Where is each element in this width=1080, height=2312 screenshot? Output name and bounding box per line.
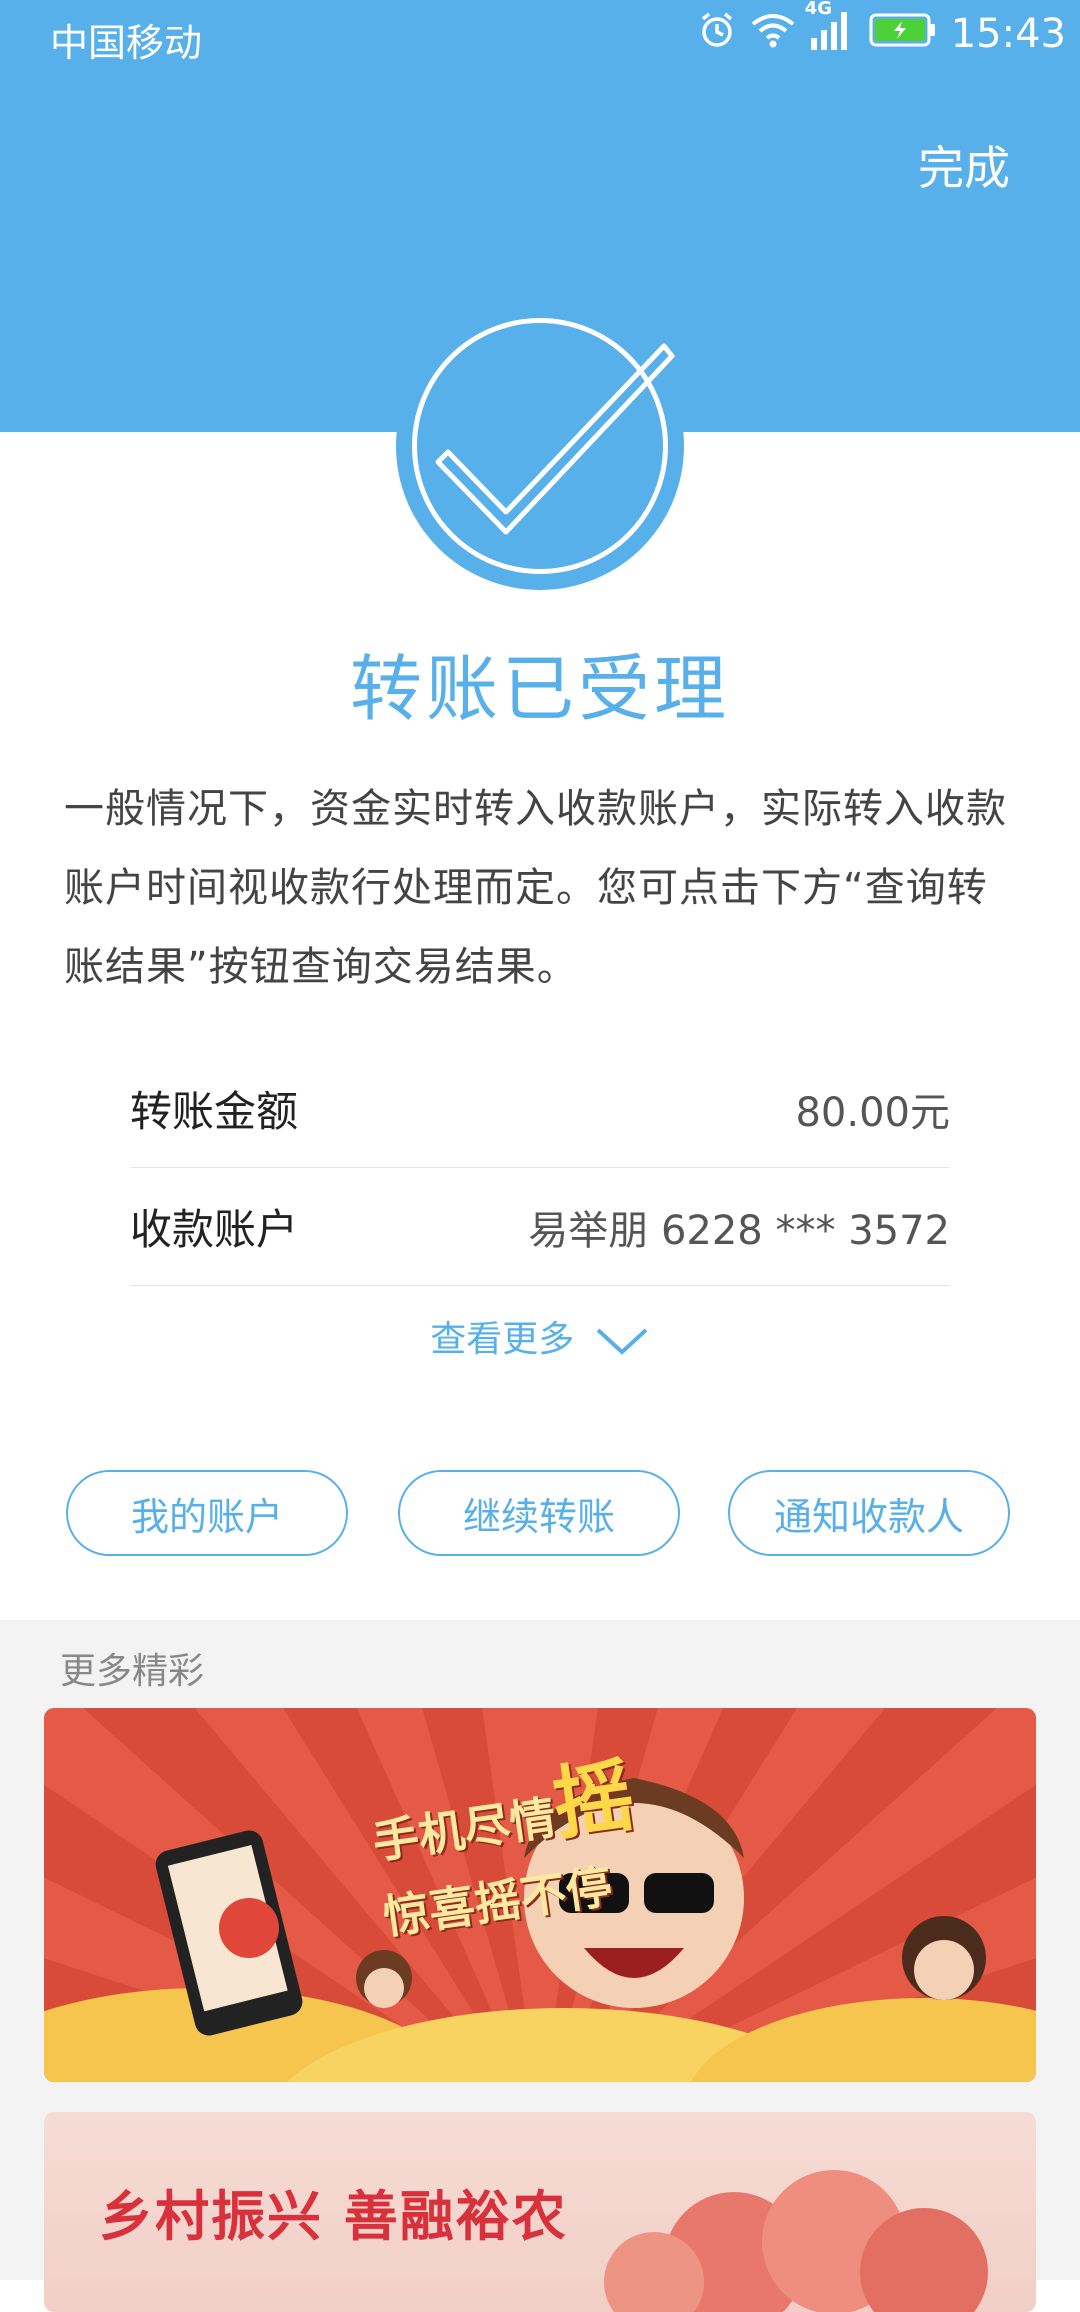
detail-row-account: 收款账户 易举朋 6228 *** 3572 xyxy=(130,1168,950,1286)
notify-payee-button[interactable]: 通知收款人 xyxy=(728,1470,1010,1556)
wifi-icon xyxy=(751,12,795,57)
promo-banner-shake-title: 手机尽情摇 惊喜摇不停 xyxy=(369,1748,640,1945)
my-account-button[interactable]: 我的账户 xyxy=(66,1470,348,1556)
detail-value: 80.00元 xyxy=(795,1089,950,1136)
status-icons: 4G 15:43 xyxy=(697,0,1066,61)
carrier-label: 中国移动 xyxy=(50,21,203,65)
result-title: 转账已受理 xyxy=(349,647,730,731)
promo-banner-rural[interactable]: 乡村振兴 善融裕农 xyxy=(44,2112,1036,2312)
detail-row-amount: 转账金额 80.00元 xyxy=(130,1050,950,1168)
section-title: 更多精彩 xyxy=(60,1651,205,1692)
result-description: 一般情况下，资金实时转入收款账户，实际转入收款账户时间视收款行处理而定。您可点击… xyxy=(64,786,1007,990)
status-bar: 中国移动 4G 15:43 xyxy=(0,0,1080,68)
detail-value: 易举朋 6228 *** 3572 xyxy=(528,1207,950,1254)
promo-banner-rural-title: 乡村振兴 善融裕农 xyxy=(99,2185,568,2248)
done-button[interactable]: 完成 xyxy=(918,132,1010,198)
view-more-toggle[interactable]: 查看更多 xyxy=(0,1310,1080,1362)
success-check-icon xyxy=(396,302,684,590)
network-type: 4G xyxy=(804,0,833,19)
battery-icon xyxy=(869,12,937,57)
alarm-icon xyxy=(697,10,737,59)
view-more-label: 查看更多 xyxy=(430,1319,575,1360)
continue-transfer-button[interactable]: 继续转账 xyxy=(398,1470,680,1556)
signal-icon: 4G xyxy=(805,0,855,61)
promo-banner-shake[interactable]: 手机尽情摇 惊喜摇不停 xyxy=(44,1708,1036,2082)
detail-label: 转账金额 xyxy=(130,1087,299,1136)
chevron-down-icon xyxy=(596,1328,648,1355)
clock-time: 15:43 xyxy=(950,11,1066,57)
detail-label: 收款账户 xyxy=(130,1205,299,1254)
